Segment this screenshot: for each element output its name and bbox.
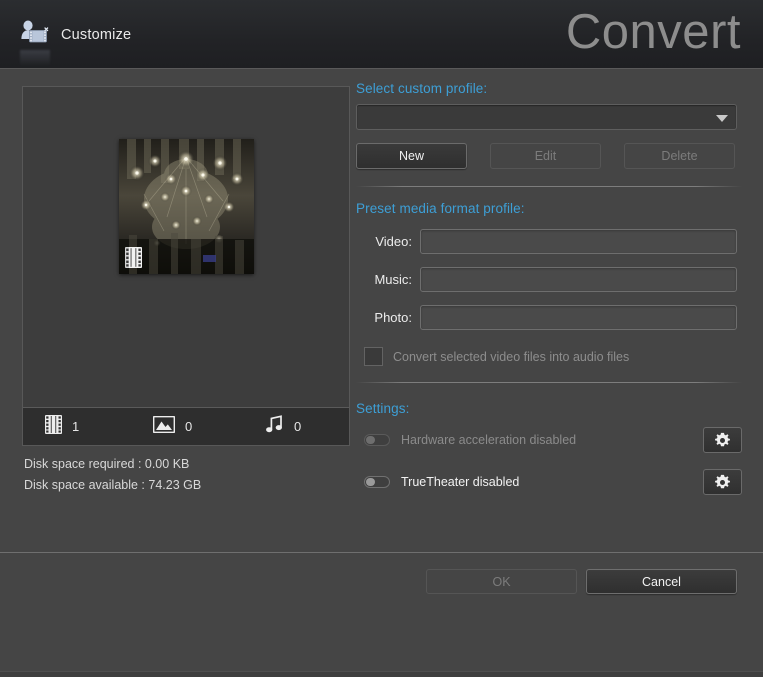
music-field-row: Music: (356, 267, 742, 292)
truetheater-label: TrueTheater disabled (401, 475, 520, 489)
section-divider-2 (356, 382, 742, 383)
hardware-acceleration-row: Hardware acceleration disabled (364, 427, 742, 453)
hardware-acceleration-label: Hardware acceleration disabled (401, 433, 577, 447)
window-header: Customize Convert (0, 0, 763, 69)
photo-count-value: 0 (185, 419, 193, 434)
video-field-row: Video: (356, 229, 742, 254)
video-count-item: 1 (23, 414, 129, 439)
preset-media-format-label: Preset media format profile: (356, 201, 525, 216)
truetheater-toggle[interactable] (364, 476, 390, 488)
edit-profile-button[interactable]: Edit (490, 143, 601, 169)
settings-block: Settings: Hardware acceleration disabled (356, 401, 742, 495)
window-bottom-edge (0, 671, 763, 677)
delete-profile-button[interactable]: Delete (624, 143, 735, 169)
truetheater-row: TrueTheater disabled (364, 469, 742, 495)
gear-icon (715, 474, 730, 488)
chevron-down-icon[interactable] (716, 115, 728, 122)
music-format-input[interactable] (420, 267, 737, 292)
custom-profile-dropdown[interactable] (356, 104, 737, 130)
hardware-acceleration-toggle[interactable] (364, 434, 390, 446)
video-format-input[interactable] (420, 229, 737, 254)
header-branding: Customize (18, 18, 131, 52)
cancel-button[interactable]: Cancel (586, 569, 737, 594)
hardware-acceleration-settings-button[interactable] (703, 427, 742, 453)
toggle-knob (366, 478, 375, 486)
truetheater-settings-button[interactable] (703, 469, 742, 495)
customize-label: Customize (61, 27, 132, 43)
new-profile-button[interactable]: New (356, 143, 467, 169)
photo-count-item: 0 (129, 415, 237, 438)
convert-to-audio-label: Convert selected video files into audio … (393, 349, 630, 364)
music-field-label: Music: (374, 272, 412, 287)
photo-icon (152, 415, 176, 438)
ok-button[interactable]: OK (426, 569, 577, 594)
toggle-knob (366, 436, 375, 444)
settings-label: Settings: (356, 401, 410, 416)
header-icon-reflection (20, 50, 50, 66)
video-field-label: Video: (375, 234, 412, 249)
photo-format-input[interactable] (420, 305, 737, 330)
media-preview-panel: 1 0 0 (22, 86, 350, 446)
dialog-body: 1 0 0 Disk space required: 0.00 KB Disk… (0, 69, 763, 677)
dialog-footer: OK Cancel (0, 553, 763, 607)
customize-person-media-icon (18, 18, 52, 52)
film-strip-icon (125, 247, 142, 268)
disk-space-available: Disk space available : 74.23 GB (24, 478, 202, 492)
settings-panel: Select custom profile: New Edit Delete P… (356, 81, 742, 495)
convert-to-audio-row[interactable]: Convert selected video files into audio … (364, 347, 742, 366)
media-counts-bar: 1 0 0 (23, 407, 349, 445)
profile-action-buttons: New Edit Delete (356, 143, 742, 169)
photo-field-row: Photo: (356, 305, 742, 330)
page-title: Convert (565, 5, 741, 59)
film-strip-icon (45, 414, 62, 439)
disk-space-info: Disk space required : 0.00 KB Disk space… (24, 454, 201, 496)
disk-space-required: Disk space required : 0.00 KB (24, 457, 190, 471)
section-divider-1 (356, 186, 742, 187)
music-note-icon (265, 414, 284, 439)
gear-icon (715, 432, 730, 446)
video-count-value: 1 (72, 419, 80, 434)
music-count-value: 0 (294, 419, 302, 434)
music-count-item: 0 (237, 414, 349, 439)
photo-field-label: Photo: (374, 310, 412, 325)
convert-to-audio-checkbox[interactable] (364, 347, 383, 366)
select-custom-profile-label: Select custom profile: (356, 81, 488, 96)
video-thumbnail[interactable] (119, 139, 254, 274)
